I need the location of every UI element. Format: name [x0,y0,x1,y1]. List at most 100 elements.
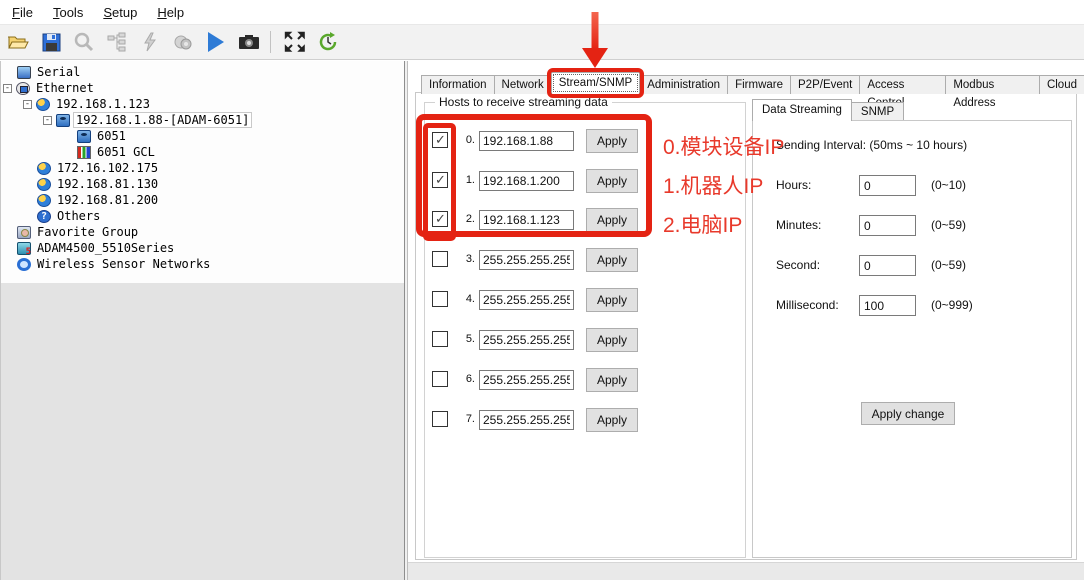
device-tree: Serial -Ethernet -192.168.1.123 -192.168… [1,61,405,283]
search-button[interactable] [69,28,99,56]
menu-file[interactable]: File [2,2,43,23]
globe-icon [37,194,51,207]
host-ip-input-2[interactable] [479,210,574,230]
globe-icon [37,178,51,191]
tab-information[interactable]: Information [421,75,495,94]
apply-change-button[interactable]: Apply change [861,402,955,425]
host-checkbox-1[interactable] [432,172,448,188]
apply-button-4[interactable]: Apply [586,288,638,312]
device-tree-panel: Serial -Ethernet -192.168.1.123 -192.168… [0,61,404,580]
stream-monitor-icon [173,33,193,51]
host-checkbox-4[interactable] [432,291,448,307]
module-icon [56,114,70,127]
tree-item-ethernet[interactable]: -Ethernet [1,80,405,96]
host-checkbox-6[interactable] [432,371,448,387]
minutes-input[interactable] [859,215,916,236]
open-folder-icon [7,33,29,51]
host-checkbox-5[interactable] [432,331,448,347]
annotation-module-ip: 0.模块设备IP [663,131,784,161]
minutes-row: Minutes: (0~59) [753,215,1071,237]
hosts-groupbox-title: Hosts to receive streaming data [435,95,612,109]
globe-icon [36,98,50,111]
host-ip-input-1[interactable] [479,171,574,191]
others-icon [37,210,51,223]
main-tabstrip: Information Network Stream/SNMP Administ… [421,74,1084,94]
collapse-toggle[interactable]: - [43,116,52,125]
tab-stream-snmp[interactable]: Stream/SNMP [551,72,641,94]
adam4500-icon [17,242,31,255]
menu-tools[interactable]: Tools [43,2,93,23]
second-row: Second: (0~59) [753,255,1071,277]
lightning-icon [142,32,158,52]
millisecond-input[interactable] [859,295,916,316]
apply-button-2[interactable]: Apply [586,208,638,232]
collapse-toggle[interactable]: - [23,100,32,109]
serial-monitor-icon [17,66,31,79]
host-ip-input-4[interactable] [479,290,574,310]
tab-firmware[interactable]: Firmware [727,75,791,94]
tab-access-control[interactable]: Access Control [859,75,946,94]
apply-button-0[interactable]: Apply [586,129,638,153]
stream-monitor-button[interactable] [168,28,198,56]
module-icon [77,130,91,143]
tree-item-adam-6051[interactable]: -192.168.1.88-[ADAM-6051] [1,112,405,128]
tab-modbus-address[interactable]: Modbus Address [945,75,1040,94]
menu-setup[interactable]: Setup [93,2,147,23]
host-checkbox-7[interactable] [432,411,448,427]
favorite-group-icon [17,226,31,239]
tree-item-wireless[interactable]: Wireless Sensor Networks [1,256,405,272]
tree-item-6051[interactable]: 6051 [1,128,405,144]
tab-data-streaming[interactable]: Data Streaming [752,99,852,121]
save-button[interactable] [36,28,66,56]
tab-p2p-event[interactable]: P2P/Event [790,75,860,94]
lightning-button[interactable] [135,28,165,56]
tree-item-ip-123[interactable]: -192.168.1.123 [1,96,405,112]
refresh-button[interactable] [313,28,343,56]
device-tree-button[interactable] [102,28,132,56]
tab-administration[interactable]: Administration [639,75,728,94]
host-row-6: 6. Apply [425,369,745,393]
host-checkbox-0[interactable] [432,132,448,148]
tree-item-serial[interactable]: Serial [1,64,405,80]
settings-panel: Information Network Stream/SNMP Administ… [408,61,1084,562]
tree-item-others[interactable]: Others [1,208,405,224]
tab-cloud[interactable]: Cloud [1039,75,1084,94]
globe-icon [37,162,51,175]
apply-button-7[interactable]: Apply [586,408,638,432]
tree-item-6051-gcl[interactable]: 6051 GCL [1,144,405,160]
collapse-toggle[interactable]: - [3,84,12,93]
tree-item-ip-172[interactable]: 172.16.102.175 [1,160,405,176]
expand-view-button[interactable] [280,28,310,56]
tree-item-favorite-group[interactable]: Favorite Group [1,224,405,240]
search-icon [73,31,95,53]
gcl-icon [77,146,91,159]
host-ip-input-5[interactable] [479,330,574,350]
host-ip-input-6[interactable] [479,370,574,390]
apply-button-1[interactable]: Apply [586,169,638,193]
menu-help[interactable]: Help [147,2,194,23]
host-ip-input-0[interactable] [479,131,574,151]
host-ip-input-7[interactable] [479,410,574,430]
open-folder-button[interactable] [3,28,33,56]
host-row-4: 4. Apply [425,289,745,313]
device-tree-icon [107,32,127,52]
host-checkbox-3[interactable] [432,251,448,267]
apply-button-3[interactable]: Apply [586,248,638,272]
tab-network[interactable]: Network [494,75,552,94]
apply-button-5[interactable]: Apply [586,328,638,352]
hours-input[interactable] [859,175,916,196]
camera-icon [238,34,260,50]
tree-item-adam4500[interactable]: ADAM4500_5510Series [1,240,405,256]
apply-button-6[interactable]: Apply [586,368,638,392]
tree-item-ip-81-130[interactable]: 192.168.81.130 [1,176,405,192]
host-ip-input-3[interactable] [479,250,574,270]
camera-button[interactable] [234,28,264,56]
second-input[interactable] [859,255,916,276]
tab-snmp[interactable]: SNMP [851,102,904,121]
tree-item-ip-81-200[interactable]: 192.168.81.200 [1,192,405,208]
host-row-5: 5. Apply [425,329,745,353]
host-checkbox-2[interactable] [432,211,448,227]
play-icon [206,31,226,53]
play-button[interactable] [201,28,231,56]
annotation-pc-ip: 2.电脑IP [663,209,742,239]
